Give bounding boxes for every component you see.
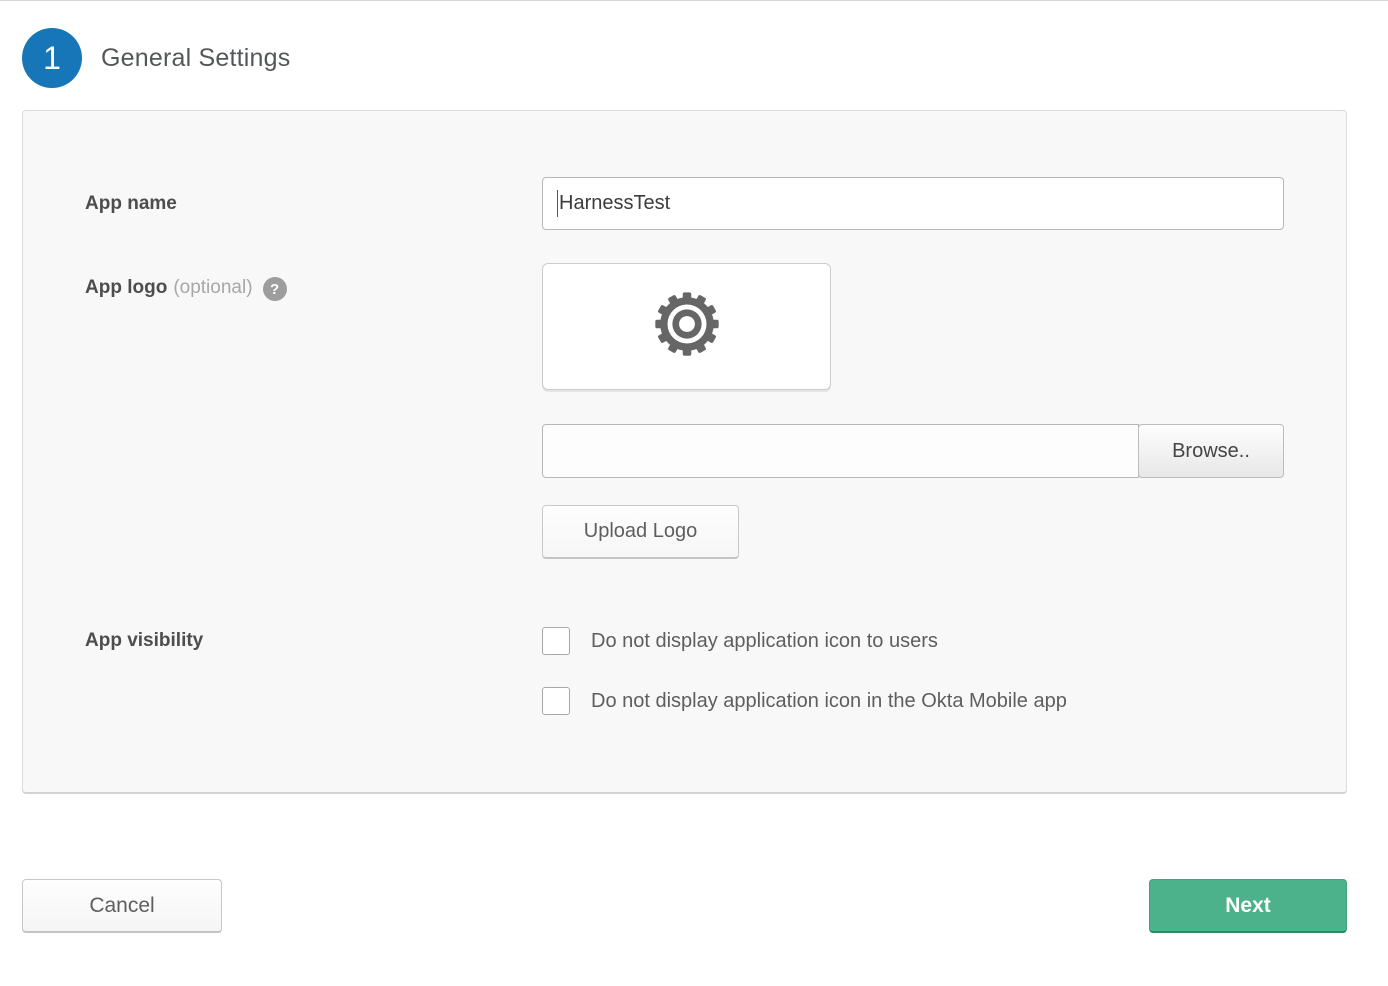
text-cursor: [557, 190, 558, 217]
app-logo-label-col: App logo (optional)?: [85, 263, 542, 301]
app-name-label: App name: [85, 193, 177, 214]
checkbox-hide-icon-mobile-label: Do not display application icon in the O…: [591, 690, 1067, 713]
logo-file-input[interactable]: [542, 424, 1139, 478]
checkbox-hide-icon-users[interactable]: [542, 627, 570, 655]
visibility-option-users: Do not display application icon to users: [542, 627, 1284, 655]
app-logo-optional-label: (optional): [173, 277, 252, 298]
checkbox-hide-icon-mobile[interactable]: [542, 687, 570, 715]
step-number: 1: [43, 40, 61, 77]
top-divider: [0, 0, 1388, 1]
app-logo-label: App logo: [85, 277, 167, 298]
app-logo-control-col: Browse.. Upload Logo: [542, 263, 1284, 559]
app-visibility-control-col: Do not display application icon to users…: [542, 627, 1284, 715]
app-visibility-row: App visibility Do not display applicatio…: [85, 627, 1346, 715]
app-name-control-col: [542, 177, 1284, 230]
logo-file-row: Browse..: [542, 424, 1284, 478]
help-icon[interactable]: ?: [263, 277, 287, 301]
logo-preview-box: [542, 263, 831, 390]
cancel-button[interactable]: Cancel: [22, 879, 222, 933]
app-name-label-col: App name: [85, 193, 542, 215]
next-button[interactable]: Next: [1149, 879, 1347, 933]
checkbox-hide-icon-users-label: Do not display application icon to users: [591, 630, 938, 653]
wizard-actions: Cancel Next: [22, 879, 1347, 933]
app-visibility-label-col: App visibility: [85, 627, 542, 655]
app-name-row: App name: [85, 177, 1346, 230]
page: 1 General Settings App name App logo (opt…: [0, 0, 1388, 933]
gear-icon: [648, 285, 726, 368]
app-visibility-label: App visibility: [85, 630, 203, 651]
browse-button[interactable]: Browse..: [1138, 424, 1284, 478]
general-settings-panel: App name App logo (optional)?: [22, 110, 1347, 794]
app-name-input[interactable]: [542, 177, 1284, 230]
step-number-badge: 1: [22, 28, 82, 88]
app-logo-row: App logo (optional)?: [85, 263, 1346, 559]
upload-logo-button[interactable]: Upload Logo: [542, 505, 739, 559]
step-header: 1 General Settings: [22, 28, 1388, 88]
app-name-input-wrap: [542, 177, 1284, 230]
visibility-option-mobile: Do not display application icon in the O…: [542, 687, 1284, 715]
page-title: General Settings: [101, 44, 290, 73]
